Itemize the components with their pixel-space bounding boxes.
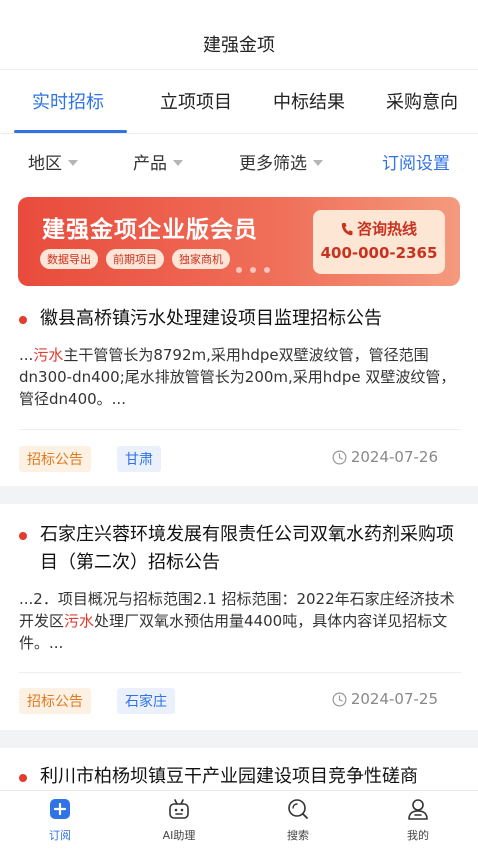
list-item[interactable]: 石家庄兴蓉环境发展有限责任公司双氧水药剂采购项目（第二次）招标公告 ...2．项…: [0, 504, 478, 730]
tab-realtime-bidding[interactable]: 实时招标: [32, 88, 104, 114]
robot-icon: [169, 799, 189, 819]
app-header: 建强金项: [0, 0, 478, 70]
item-title: 利川市柏杨坝镇豆干产业园建设项目竞争性磋商: [40, 766, 418, 787]
banner-tags: 数据导出 前期项目 独家商机: [40, 249, 230, 269]
type-tag: 招标公告: [19, 446, 91, 472]
category-tabs: 实时招标 立项项目 中标结果 采购意向: [0, 70, 478, 134]
carousel-dot: [236, 267, 242, 273]
product-filter[interactable]: 产品: [133, 149, 183, 174]
active-tab-indicator: [14, 130, 127, 133]
more-filters-label: 更多筛选: [239, 154, 307, 174]
item-description: ...污水主干管管长为8792m,采用hdpe双壁波纹管，管径范围dn300-d…: [19, 344, 461, 410]
tabbar-label: AI助理: [162, 829, 196, 842]
carousel-dots: [236, 267, 270, 273]
clock-icon: [332, 450, 347, 464]
subscribe-settings-link[interactable]: 订阅设置: [382, 149, 450, 174]
clock-icon: [332, 692, 347, 706]
bullet-dot: [19, 774, 27, 782]
tabbar-subscribe[interactable]: 订阅: [20, 797, 100, 843]
tabbar-search[interactable]: 搜索: [258, 797, 338, 843]
user-icon: [408, 799, 428, 820]
list-item[interactable]: 利川市柏杨坝镇豆干产业园建设项目竞争性磋商: [0, 748, 478, 790]
region-filter-label: 地区: [28, 154, 62, 174]
tabbar-label: 订阅: [49, 829, 71, 842]
tab-approved-projects[interactable]: 立项项目: [160, 88, 232, 114]
tabbar-profile[interactable]: 我的: [378, 797, 458, 843]
hotline-number: 400-000-2365: [320, 244, 438, 262]
region-tag: 甘肃: [117, 446, 161, 472]
bid-list[interactable]: 建强金项企业版会员 数据导出 前期项目 独家商机 咨询热线 400-000-23…: [0, 186, 478, 790]
page-title: 建强金项: [203, 34, 275, 56]
search-icon: [288, 799, 308, 819]
region-filter[interactable]: 地区: [28, 149, 78, 174]
desc-rest: 主干管管长为8792m,采用hdpe双壁波纹管，管径范围dn300-dn400;…: [19, 346, 456, 408]
caret-down-icon: [173, 159, 183, 166]
region-tag: 石家庄: [117, 688, 175, 714]
desc-highlight: 污水: [64, 612, 95, 630]
type-tag: 招标公告: [19, 688, 91, 714]
membership-banner[interactable]: 建强金项企业版会员 数据导出 前期项目 独家商机 咨询热线 400-000-23…: [18, 197, 460, 286]
desc-highlight: 污水: [33, 346, 64, 364]
tabbar-label: 搜索: [287, 829, 309, 842]
hotline-label: 咨询热线: [356, 220, 417, 238]
item-title: 徽县高桥镇污水处理建设项目监理招标公告: [40, 308, 382, 329]
tabbar-label: 我的: [407, 829, 429, 842]
date-text: 2024-07-26: [350, 448, 438, 466]
item-date: 2024-07-25: [332, 690, 438, 708]
item-description: ...2．项目概况与招标范围2.1 招标范围：2022年石家庄经济技术开发区污水…: [19, 588, 461, 654]
desc-prefix: ...: [19, 346, 34, 364]
tab-procurement-intent[interactable]: 采购意向: [386, 88, 458, 114]
tabbar-ai-assistant[interactable]: AI助理: [139, 797, 219, 843]
carousel-dot: [264, 267, 270, 273]
banner-tag: 独家商机: [172, 249, 230, 269]
more-filters[interactable]: 更多筛选: [239, 149, 323, 174]
banner-title: 建强金项企业版会员: [42, 217, 258, 243]
banner-container: 建强金项企业版会员 数据导出 前期项目 独家商机 咨询热线 400-000-23…: [0, 186, 478, 296]
divider: [19, 672, 461, 673]
subscribe-icon: [50, 799, 70, 819]
bullet-dot: [19, 316, 27, 324]
bullet-dot: [19, 532, 27, 540]
product-filter-label: 产品: [133, 154, 167, 174]
list-item[interactable]: 徽县高桥镇污水处理建设项目监理招标公告 ...污水主干管管长为8792m,采用h…: [0, 296, 478, 486]
banner-tag: 数据导出: [40, 249, 98, 269]
item-title: 石家庄兴蓉环境发展有限责任公司双氧水药剂采购项目（第二次）招标公告: [40, 524, 454, 573]
date-text: 2024-07-25: [350, 690, 438, 708]
phone-icon: [341, 222, 353, 235]
banner-tag: 前期项目: [106, 249, 164, 269]
hotline-box[interactable]: 咨询热线 400-000-2365: [313, 210, 445, 274]
caret-down-icon: [313, 159, 323, 166]
carousel-dot: [250, 267, 256, 273]
item-date: 2024-07-26: [332, 448, 438, 466]
filter-bar: 地区 产品 更多筛选 订阅设置: [0, 134, 478, 186]
caret-down-icon: [68, 159, 78, 166]
tab-winning-results[interactable]: 中标结果: [273, 88, 345, 114]
divider: [19, 429, 461, 430]
bottom-tab-bar: 订阅 AI助理 搜索 我的: [0, 790, 478, 850]
